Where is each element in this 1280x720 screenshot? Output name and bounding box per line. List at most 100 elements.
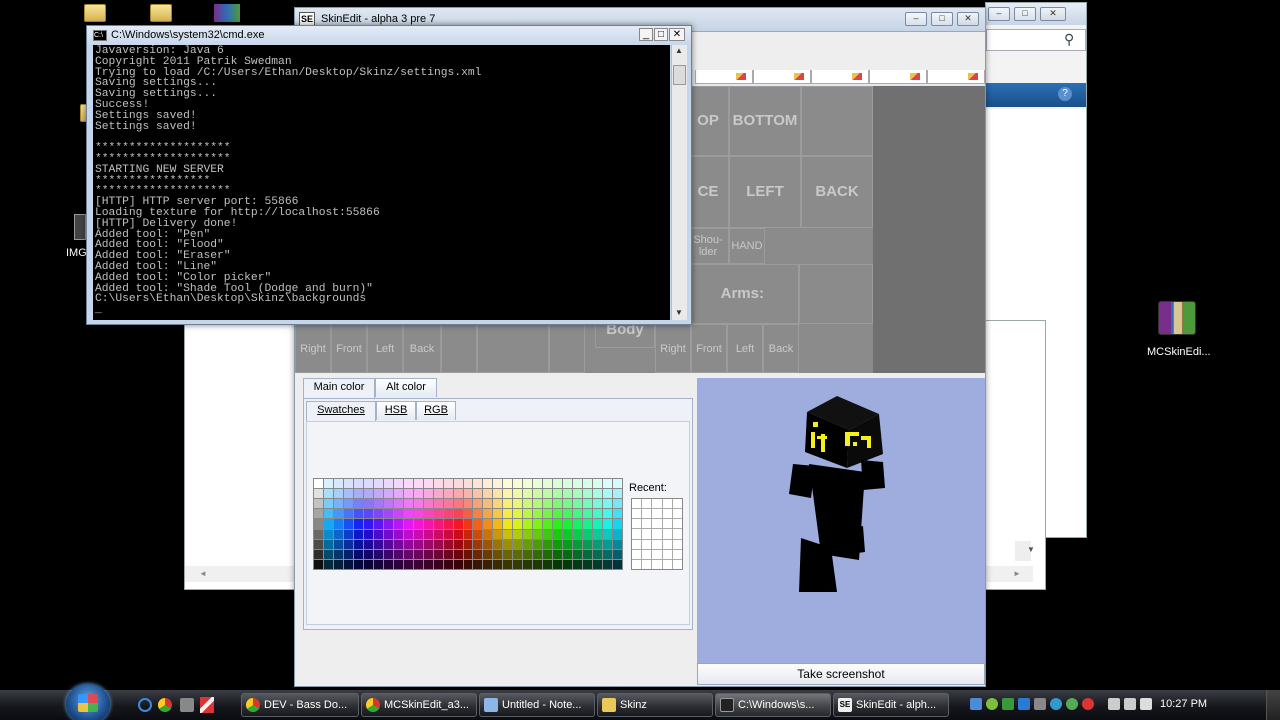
color-swatch[interactable] xyxy=(493,479,503,489)
color-swatch[interactable] xyxy=(553,489,563,499)
color-swatch[interactable] xyxy=(593,519,603,529)
recent-swatch[interactable] xyxy=(672,499,682,509)
color-swatch[interactable] xyxy=(423,499,433,509)
recent-swatch[interactable] xyxy=(642,519,652,529)
color-swatch[interactable] xyxy=(443,509,453,519)
color-swatch[interactable] xyxy=(353,499,363,509)
color-swatch[interactable] xyxy=(563,509,573,519)
color-swatch[interactable] xyxy=(314,549,323,559)
color-swatch[interactable] xyxy=(353,489,363,499)
cmd-window[interactable]: C:\ C:\Windows\system32\cmd.exe _ □ ✕ Ja… xyxy=(86,25,692,325)
color-swatch[interactable] xyxy=(563,499,573,509)
color-swatch[interactable] xyxy=(333,499,343,509)
network-icon[interactable] xyxy=(1124,698,1136,710)
minimize-button[interactable]: – xyxy=(905,12,927,26)
skin-region-face[interactable]: CE xyxy=(687,156,729,228)
color-swatch[interactable] xyxy=(383,479,393,489)
color-swatch[interactable] xyxy=(583,529,593,539)
color-swatch[interactable] xyxy=(383,539,393,549)
color-swatch[interactable] xyxy=(613,479,622,489)
color-swatch[interactable] xyxy=(383,519,393,529)
taskbar-item[interactable]: Untitled - Note... xyxy=(479,693,595,717)
color-swatch[interactable] xyxy=(403,529,413,539)
recent-swatch[interactable] xyxy=(652,519,662,529)
tab-alt-color[interactable]: Alt color xyxy=(375,378,437,397)
color-swatch[interactable] xyxy=(323,539,333,549)
color-swatch[interactable] xyxy=(563,559,573,569)
color-swatch[interactable] xyxy=(573,559,583,569)
color-swatch[interactable] xyxy=(314,539,323,549)
color-swatch[interactable] xyxy=(593,509,603,519)
color-swatch[interactable] xyxy=(323,559,333,569)
color-swatch[interactable] xyxy=(543,509,553,519)
color-swatch[interactable] xyxy=(443,519,453,529)
color-swatch[interactable] xyxy=(403,479,413,489)
color-swatch[interactable] xyxy=(453,519,463,529)
color-swatch[interactable] xyxy=(343,529,353,539)
minimize-button[interactable]: _ xyxy=(639,28,653,41)
color-swatch[interactable] xyxy=(503,519,513,529)
color-swatch[interactable] xyxy=(503,559,513,569)
skin-region-empty[interactable] xyxy=(765,228,873,264)
skin-region-empty[interactable] xyxy=(549,324,585,373)
color-swatch[interactable] xyxy=(573,499,583,509)
skin-region-front[interactable]: Front xyxy=(331,324,367,373)
help-icon[interactable]: ? xyxy=(1058,87,1072,101)
search-icon[interactable]: ⚲ xyxy=(1064,31,1074,48)
color-swatch[interactable] xyxy=(583,479,593,489)
color-swatch[interactable] xyxy=(533,479,543,489)
recent-swatch[interactable] xyxy=(642,559,652,569)
color-swatch[interactable] xyxy=(463,519,473,529)
window-titlebar[interactable]: – □ ✕ xyxy=(986,3,1086,25)
color-swatch[interactable] xyxy=(323,499,333,509)
color-swatch[interactable] xyxy=(593,539,603,549)
color-swatch[interactable] xyxy=(593,549,603,559)
skin-3d-preview[interactable] xyxy=(697,378,985,663)
skin-region-left[interactable]: Left xyxy=(727,324,763,373)
recent-swatch[interactable] xyxy=(662,519,672,529)
color-swatch[interactable] xyxy=(463,539,473,549)
color-swatch[interactable] xyxy=(613,489,622,499)
color-swatch[interactable] xyxy=(483,489,493,499)
maximize-button[interactable]: □ xyxy=(1014,7,1036,21)
color-swatch[interactable] xyxy=(553,519,563,529)
color-swatch[interactable] xyxy=(363,559,373,569)
color-swatch[interactable] xyxy=(383,509,393,519)
color-swatch[interactable] xyxy=(473,509,483,519)
color-swatch[interactable] xyxy=(523,489,533,499)
color-swatch[interactable] xyxy=(533,499,543,509)
color-swatch[interactable] xyxy=(543,529,553,539)
color-swatch[interactable] xyxy=(453,499,463,509)
color-swatch[interactable] xyxy=(593,489,603,499)
color-swatch[interactable] xyxy=(353,559,363,569)
recent-swatch[interactable] xyxy=(642,539,652,549)
color-swatch[interactable] xyxy=(523,519,533,529)
color-swatch[interactable] xyxy=(413,529,423,539)
cmd-titlebar[interactable]: C:\ C:\Windows\system32\cmd.exe _ □ ✕ xyxy=(87,26,691,45)
color-swatch[interactable] xyxy=(533,559,543,569)
color-swatch[interactable] xyxy=(553,479,563,489)
color-swatch[interactable] xyxy=(563,479,573,489)
color-swatch[interactable] xyxy=(513,509,523,519)
recent-swatch[interactable] xyxy=(652,529,662,539)
recent-swatch[interactable] xyxy=(672,559,682,569)
color-swatch[interactable] xyxy=(603,529,613,539)
color-swatch[interactable] xyxy=(443,499,453,509)
color-swatch[interactable] xyxy=(613,549,622,559)
recent-swatch[interactable] xyxy=(672,509,682,519)
recent-swatch[interactable] xyxy=(642,549,652,559)
color-swatch[interactable] xyxy=(383,499,393,509)
color-swatch[interactable] xyxy=(443,489,453,499)
color-swatch[interactable] xyxy=(483,519,493,529)
color-swatch[interactable] xyxy=(423,519,433,529)
color-swatch[interactable] xyxy=(543,549,553,559)
color-swatch[interactable] xyxy=(503,479,513,489)
color-swatch[interactable] xyxy=(443,479,453,489)
color-swatch[interactable] xyxy=(413,509,423,519)
color-swatch[interactable] xyxy=(453,479,463,489)
color-swatch[interactable] xyxy=(523,549,533,559)
color-swatch[interactable] xyxy=(573,509,583,519)
recent-swatch[interactable] xyxy=(652,539,662,549)
color-swatch[interactable] xyxy=(513,489,523,499)
color-swatch[interactable] xyxy=(333,489,343,499)
